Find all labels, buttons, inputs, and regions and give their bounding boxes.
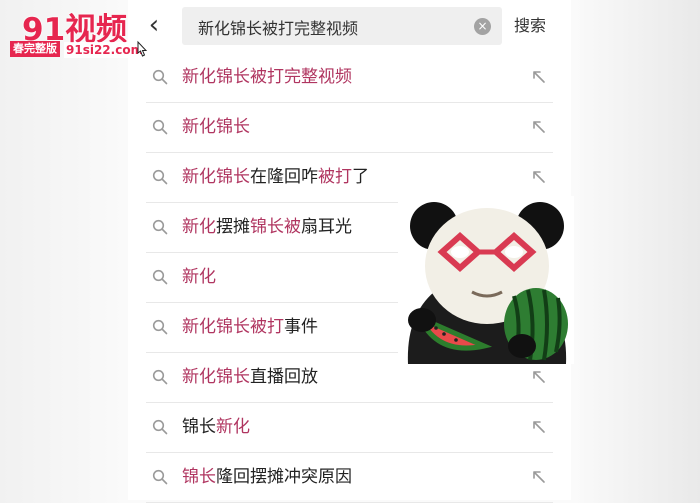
suggestion-label: 新化锦长直播回放 [182, 365, 318, 389]
suggestion-highlight: 新化锦长 [182, 167, 250, 187]
suggestion-highlight: 新化 [182, 217, 216, 237]
search-icon [152, 319, 168, 335]
arrow-up-left-icon[interactable] [531, 469, 547, 485]
watermark-url: 91si22.com [64, 42, 146, 58]
arrow-up-left-icon[interactable] [531, 169, 547, 185]
suggestion-text: 了 [352, 167, 369, 187]
search-icon [152, 69, 168, 85]
suggestion-item[interactable]: 锦长新化 [146, 403, 553, 453]
suggestion-item[interactable]: 锦长隆回摆摊冲突原因 [146, 453, 553, 503]
suggestion-highlight: 锦长被 [250, 217, 301, 237]
suggestion-label: 锦长新化 [182, 415, 250, 439]
suggestion-text: 摆摊 [216, 217, 250, 237]
arrow-up-left-icon[interactable] [531, 69, 547, 85]
panda-meme-sticker [398, 196, 574, 364]
suggestion-highlight: 新化 [216, 417, 250, 437]
suggestion-highlight: 被打 [318, 167, 352, 187]
search-icon [152, 469, 168, 485]
suggestion-label: 新化锦长被打事件 [182, 315, 318, 339]
suggestion-label: 锦长隆回摆摊冲突原因 [182, 465, 352, 489]
search-icon [152, 169, 168, 185]
arrow-up-left-icon[interactable] [531, 119, 547, 135]
suggestion-label: 新化锦长在隆回咋被打了 [182, 165, 369, 189]
search-icon [152, 119, 168, 135]
clear-circle-icon[interactable]: × [474, 18, 491, 35]
suggestion-text: 在隆回咋 [250, 167, 318, 187]
search-button[interactable]: 搜索 [514, 13, 546, 39]
search-header: ‹ × 搜索 [128, 0, 571, 52]
suggestion-label: 新化摆摊锦长被扇耳光 [182, 215, 352, 239]
mouse-cursor-icon [137, 40, 148, 57]
suggestion-highlight: 锦长 [182, 467, 216, 487]
arrow-up-left-icon[interactable] [531, 369, 547, 385]
suggestion-label: 新化 [182, 265, 216, 289]
suggestion-text: 事件 [284, 317, 318, 337]
suggestion-text: 隆回摆摊冲突原因 [216, 467, 352, 487]
suggestion-item[interactable]: 新化锦长被打完整视频 [146, 53, 553, 103]
search-icon [152, 369, 168, 385]
suggestion-highlight: 新化锦长被打 [182, 317, 284, 337]
suggestion-highlight: 新化锦长 [182, 367, 250, 387]
suggestion-item[interactable]: 新化锦长 [146, 103, 553, 153]
suggestion-highlight: 新化锦长 [182, 117, 250, 137]
suggestion-text: 锦长 [182, 417, 216, 437]
suggestion-label: 新化锦长 [182, 115, 250, 139]
search-icon [152, 419, 168, 435]
arrow-up-left-icon[interactable] [531, 419, 547, 435]
search-icon [152, 219, 168, 235]
suggestion-label: 新化锦长被打完整视频 [182, 65, 352, 89]
suggestion-text: 直播回放 [250, 367, 318, 387]
search-box[interactable]: × [182, 7, 502, 47]
watermark-tagline: 春完整版 [10, 41, 60, 57]
suggestion-highlight: 新化 [182, 267, 216, 287]
suggestion-text: 扇耳光 [301, 217, 352, 237]
search-input[interactable] [196, 7, 470, 47]
search-icon [152, 269, 168, 285]
suggestion-highlight: 新化锦长被打完整视频 [182, 67, 352, 87]
